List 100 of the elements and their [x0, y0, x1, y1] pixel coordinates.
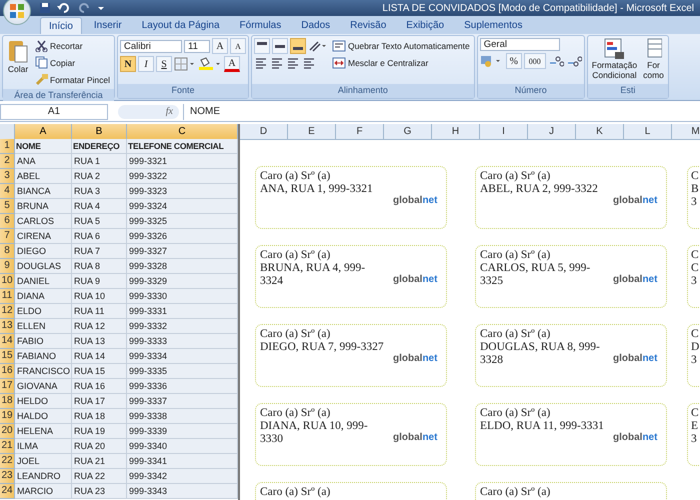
- column-header[interactable]: I: [480, 124, 528, 140]
- label-text: Caro (a) Srº (a): [260, 249, 332, 262]
- row-header[interactable]: 14: [0, 334, 15, 349]
- ribbon-tab[interactable]: Fórmulas: [232, 17, 290, 34]
- label-text: Caro (a) Srº (a): [480, 328, 552, 341]
- align-right-icon[interactable]: [286, 56, 300, 70]
- row-header[interactable]: 6: [0, 214, 15, 229]
- row-header[interactable]: 16: [0, 364, 15, 379]
- style-button[interactable]: N: [120, 56, 136, 72]
- table-cell: 999-3330: [127, 289, 238, 304]
- thousands-button[interactable]: 000: [524, 53, 546, 69]
- font-name-field[interactable]: Calibri: [120, 40, 182, 52]
- company-logo: globalnet: [393, 431, 438, 444]
- ribbon-button[interactable]: Formatar Pincel: [33, 72, 112, 87]
- table-cell: ILMA: [15, 439, 72, 454]
- row-header[interactable]: 8: [0, 244, 15, 259]
- undo-icon[interactable]: [57, 2, 71, 14]
- function-button[interactable]: fx: [118, 105, 179, 119]
- row-header[interactable]: 4: [0, 184, 15, 199]
- row-header[interactable]: 1: [0, 139, 15, 154]
- wrap-text-button[interactable]: Quebrar Texto Automaticamente: [330, 38, 472, 53]
- ribbon-tab[interactable]: Início: [40, 17, 82, 34]
- ribbon-tab[interactable]: Inserir: [86, 17, 130, 34]
- row-header[interactable]: 22: [0, 454, 15, 469]
- ribbon-tab[interactable]: Layout da Página: [134, 17, 228, 34]
- table-cell: RUA 20: [72, 439, 127, 454]
- row-header[interactable]: 10: [0, 274, 15, 289]
- row-header[interactable]: 24: [0, 484, 15, 499]
- conditional-formatting-button[interactable]: Formatação Condicional: [590, 38, 640, 82]
- column-header[interactable]: B: [72, 124, 127, 140]
- column-header[interactable]: L: [624, 124, 672, 140]
- ribbon-tab[interactable]: Suplementos: [456, 17, 530, 34]
- ribbon-tab[interactable]: Exibição: [398, 17, 452, 34]
- table-cell: HELDO: [15, 394, 72, 409]
- increase-decimal-icon[interactable]: [548, 54, 564, 68]
- column-header[interactable]: H: [432, 124, 480, 140]
- column-header[interactable]: M: [672, 124, 700, 140]
- table-cell: FABIANO: [15, 349, 72, 364]
- align-button[interactable]: [254, 38, 270, 54]
- merge-center-button[interactable]: Mesclar e Centralizar: [330, 55, 472, 70]
- row-header[interactable]: 2: [0, 154, 15, 169]
- column-header[interactable]: K: [576, 124, 624, 140]
- row-header[interactable]: 13: [0, 319, 15, 334]
- row-header[interactable]: 23: [0, 469, 15, 484]
- column-header[interactable]: A: [15, 124, 72, 140]
- row-header[interactable]: 12: [0, 304, 15, 319]
- shrink-font-button[interactable]: A: [230, 38, 246, 54]
- font-size-field[interactable]: 11: [184, 40, 210, 52]
- number-format-field[interactable]: Geral: [480, 38, 560, 51]
- row-header[interactable]: 3: [0, 169, 15, 184]
- ribbon-tab[interactable]: Dados: [293, 17, 338, 34]
- style-button[interactable]: I: [138, 56, 154, 72]
- table-cell: 999-3335: [127, 364, 238, 379]
- decrease-decimal-icon[interactable]: [566, 54, 582, 68]
- row-header[interactable]: 5: [0, 199, 15, 214]
- row-header[interactable]: 17: [0, 379, 15, 394]
- indent-icon[interactable]: [302, 56, 316, 70]
- paste-button[interactable]: Colar: [5, 38, 31, 87]
- row-header[interactable]: 15: [0, 349, 15, 364]
- font-color-button[interactable]: A: [224, 56, 240, 72]
- table-cell: RUA 14: [72, 349, 127, 364]
- format-table-button[interactable]: For como: [641, 38, 666, 82]
- column-header[interactable]: G: [384, 124, 432, 140]
- name-box[interactable]: A1: [0, 104, 108, 120]
- label-text: Caro (a) Srº (a): [260, 486, 332, 499]
- merge-cells-icon: [332, 56, 346, 68]
- row-header[interactable]: 7: [0, 229, 15, 244]
- label-text: C: [691, 328, 697, 341]
- row-header[interactable]: 9: [0, 259, 15, 274]
- column-header[interactable]: E: [288, 124, 336, 140]
- ribbon-button[interactable]: Recortar: [33, 38, 112, 53]
- percent-button[interactable]: %: [506, 53, 522, 69]
- ribbon-button[interactable]: Copiar: [33, 55, 112, 70]
- column-header[interactable]: C: [127, 124, 238, 140]
- align-center-icon[interactable]: [270, 56, 284, 70]
- align-button[interactable]: [290, 38, 306, 54]
- style-button[interactable]: S: [156, 56, 172, 72]
- column-header[interactable]: J: [528, 124, 576, 140]
- align-button[interactable]: [272, 38, 288, 54]
- table-cell: RUA 16: [72, 379, 127, 394]
- formula-field[interactable]: NOME: [183, 104, 700, 120]
- row-header[interactable]: 21: [0, 439, 15, 454]
- label-text: DIANA, RUA 10, 999-3330: [260, 420, 369, 446]
- align-left-icon[interactable]: [254, 56, 268, 70]
- row-header[interactable]: 11: [0, 289, 15, 304]
- row-header[interactable]: 18: [0, 394, 15, 409]
- row-header[interactable]: 19: [0, 409, 15, 424]
- column-header[interactable]: D: [240, 124, 288, 140]
- redo-icon[interactable]: [77, 2, 91, 14]
- grow-font-button[interactable]: A: [212, 38, 228, 54]
- column-header[interactable]: F: [336, 124, 384, 140]
- table-cell: 999-3327: [127, 244, 238, 259]
- fill-color-icon[interactable]: [198, 57, 222, 71]
- orientation-icon[interactable]: [308, 39, 328, 53]
- save-icon[interactable]: [39, 2, 51, 14]
- table-cell: RUA 1: [72, 154, 127, 169]
- row-header[interactable]: 20: [0, 424, 15, 439]
- group-label: Esti: [588, 84, 668, 98]
- office-button[interactable]: [3, 0, 31, 25]
- ribbon-tab[interactable]: Revisão: [342, 17, 394, 34]
